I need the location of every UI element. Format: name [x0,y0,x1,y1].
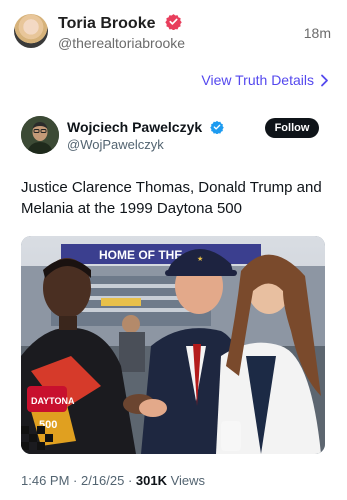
avatar-portrait-icon [21,116,59,154]
view-truth-details-link[interactable]: View Truth Details [201,72,329,88]
embedded-author-handle[interactable]: @WojPawelczyk [67,137,164,152]
photo-sign-text: HOME OF THE [99,248,182,262]
truth-post-header: Toria Brooke @therealtoriabrooke 18m [0,0,347,62]
verified-badge-icon [210,120,224,134]
chevron-right-icon [321,74,328,86]
post-timestamp: 1:46 PM · 2/16/25 · [21,473,136,488]
embedded-post-card[interactable]: Wojciech Pawelczyk @WojPawelczyk Follow … [0,100,347,500]
embedded-avatar[interactable] [21,116,59,154]
embedded-post-text: Justice Clarence Thomas, Donald Trump an… [21,179,322,217]
embedded-display-name[interactable]: Wojciech Pawelczyk [67,119,202,135]
view-details-label[interactable]: View Truth Details [201,72,314,88]
avatar[interactable] [14,14,48,48]
post-photo[interactable]: HOME OF THE DAYTONA 500 ★ [21,236,325,454]
views-label: Views [170,473,206,488]
author-display-name[interactable]: Toria Brooke [58,15,156,32]
post-photo-image: HOME OF THE DAYTONA 500 ★ [21,236,325,454]
svg-text:★: ★ [197,255,203,263]
post-meta: 1:46 PM · 2/16/25 · 301K Views [21,473,205,488]
embedded-author-name[interactable]: Wojciech Pawelczyk [67,119,224,135]
views-count: 301K [135,473,167,488]
follow-button[interactable]: Follow [265,118,319,138]
author-name[interactable]: Toria Brooke [58,13,182,33]
author-handle[interactable]: @therealtoriabrooke [58,35,185,51]
post-time: 18m [303,25,331,41]
verified-badge-icon [165,14,182,30]
photo-jacket-text: DAYTONA [31,396,75,406]
